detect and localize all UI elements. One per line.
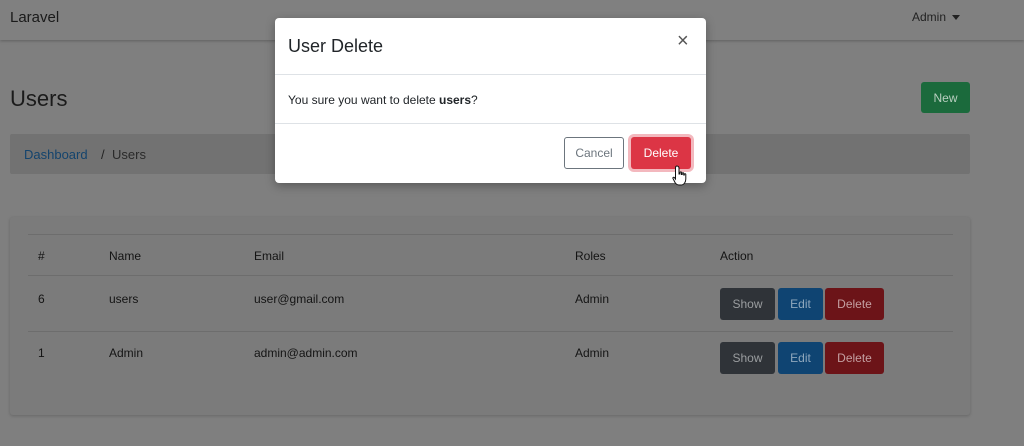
row-email: admin@admin.com: [254, 346, 358, 360]
show-button[interactable]: Show: [720, 288, 775, 320]
row-role: Admin: [575, 292, 610, 306]
row-id: 6: [38, 292, 45, 306]
brand-logo[interactable]: Laravel: [10, 9, 59, 26]
caret-down-icon: [952, 15, 961, 21]
column-header-id: #: [38, 249, 45, 263]
delete-button[interactable]: Delete: [825, 342, 884, 374]
hand-pointer-icon: [672, 165, 687, 186]
modal-footer-divider: [275, 123, 706, 124]
modal-message-prefix: You sure you want to delete: [288, 93, 439, 107]
edit-button[interactable]: Edit: [778, 288, 823, 320]
column-header-name: Name: [109, 249, 142, 263]
show-button[interactable]: Show: [720, 342, 775, 374]
delete-confirm-modal: User Delete × You sure you want to delet…: [275, 18, 706, 183]
user-dropdown-label: Admin: [912, 10, 947, 24]
users-table-card: # Name Email Roles Action 6 users user@g…: [10, 217, 970, 415]
page-title: Users: [10, 86, 68, 111]
close-icon[interactable]: ×: [677, 31, 689, 51]
cancel-button[interactable]: Cancel: [564, 137, 624, 169]
column-header-action: Action: [720, 249, 754, 263]
row-role: Admin: [575, 346, 610, 360]
user-dropdown[interactable]: Admin: [912, 10, 961, 24]
table-top-border: [28, 234, 953, 235]
new-user-button[interactable]: New: [921, 82, 970, 113]
breadcrumb-dashboard-link[interactable]: Dashboard: [24, 147, 88, 162]
modal-message-target: users: [439, 93, 472, 107]
row-divider: [28, 331, 953, 332]
breadcrumb-current: Users: [112, 147, 146, 162]
row-id: 1: [38, 346, 45, 360]
breadcrumb-separator: /: [101, 147, 105, 162]
row-email: user@gmail.com: [254, 292, 345, 306]
column-header-email: Email: [254, 249, 285, 263]
modal-header: User Delete ×: [275, 18, 706, 75]
modal-title: User Delete: [288, 36, 384, 56]
row-name: Admin: [109, 346, 144, 360]
modal-message-suffix: ?: [471, 93, 478, 107]
edit-button[interactable]: Edit: [778, 342, 823, 374]
modal-message: You sure you want to delete users?: [288, 93, 478, 107]
delete-button[interactable]: Delete: [825, 288, 884, 320]
table-header-divider: [28, 275, 953, 276]
row-name: users: [109, 292, 139, 306]
column-header-roles: Roles: [575, 249, 606, 263]
